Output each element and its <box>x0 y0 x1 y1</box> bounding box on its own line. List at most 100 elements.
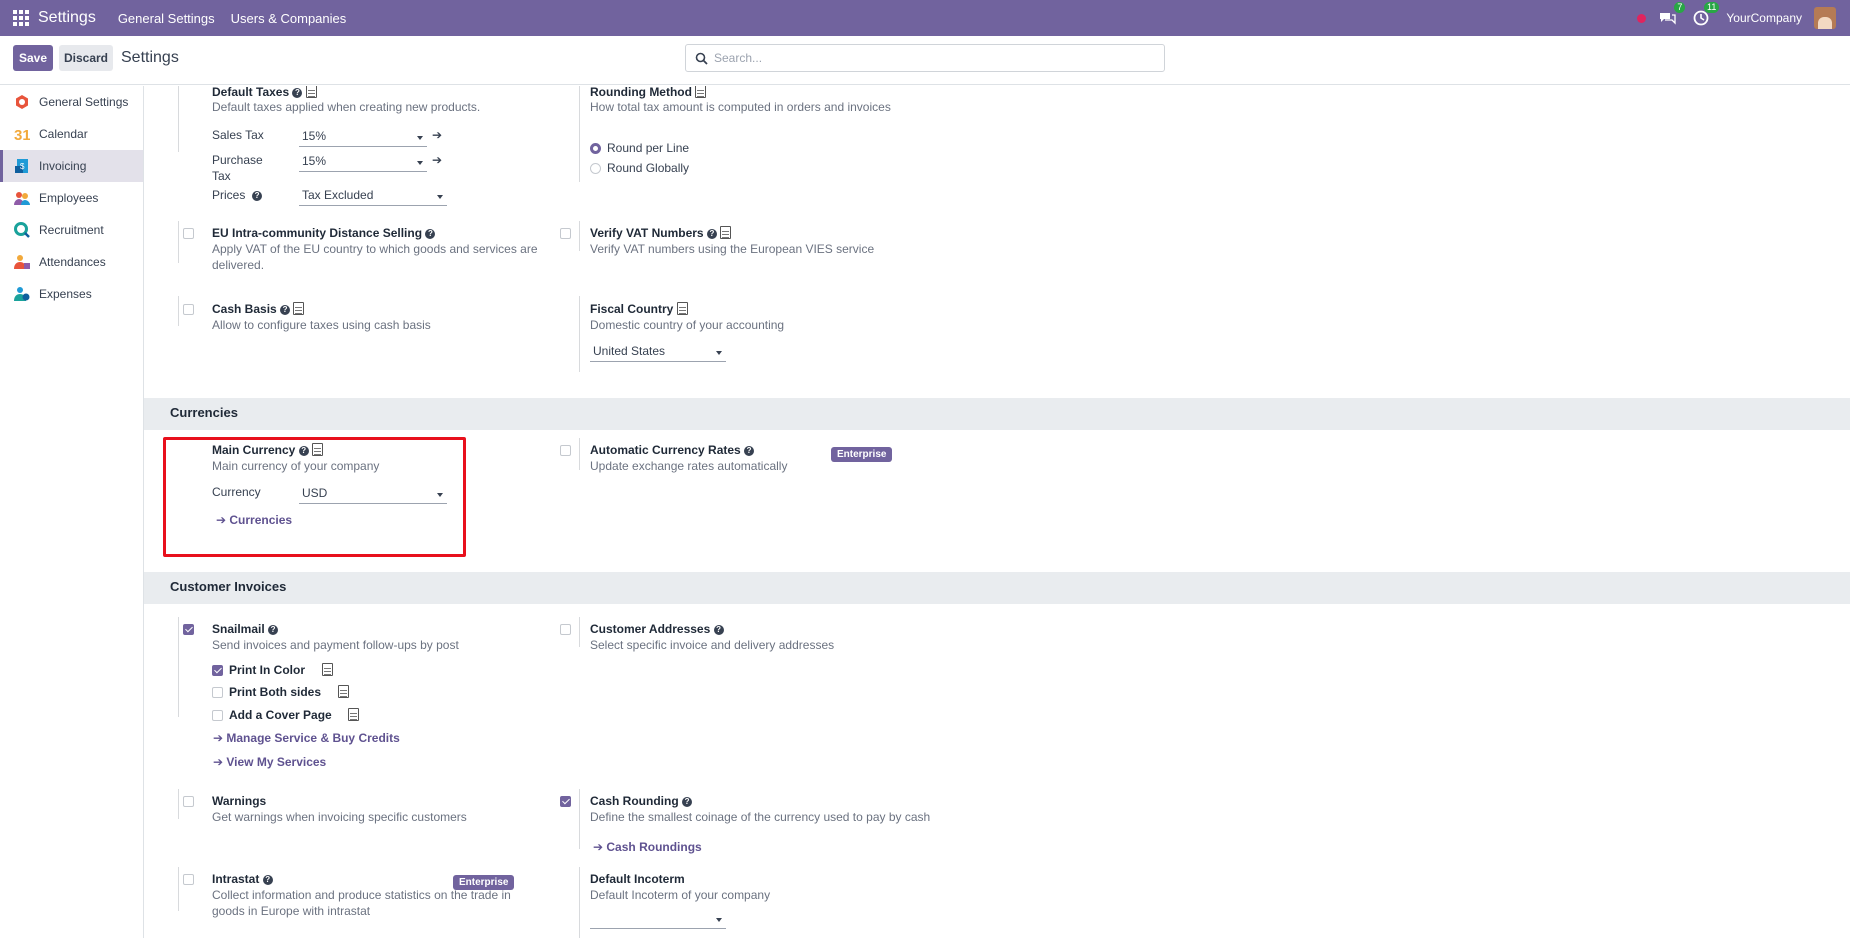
purchase-tax-label-2: Tax <box>212 169 231 183</box>
user-avatar[interactable] <box>1814 7 1836 29</box>
discard-button[interactable]: Discard <box>59 45 113 71</box>
default-incoterm-label: Default Incoterm <box>590 872 685 886</box>
add-cover-page-setting: Add a Cover Page <box>229 708 360 722</box>
warnings-desc: Get warnings when invoicing specific cus… <box>212 810 467 824</box>
eu-distance-selling-checkbox[interactable] <box>183 228 194 239</box>
help-icon[interactable]: ? <box>682 797 693 807</box>
round-globally-radio[interactable] <box>590 163 601 174</box>
divider <box>579 296 580 372</box>
auto-currency-rates-setting: Automatic Currency Rates ? <box>590 443 755 457</box>
sidebar-item-label: General Settings <box>39 95 129 109</box>
fiscal-country-setting: Fiscal Country <box>590 302 688 316</box>
sales-tax-open-arrow[interactable]: ➔ <box>432 128 442 142</box>
sidebar-item-general-settings[interactable]: General Settings <box>0 86 143 118</box>
divider <box>579 221 580 251</box>
fiscal-country-select[interactable]: United States <box>590 343 726 362</box>
auto-currency-rates-checkbox[interactable] <box>560 445 571 456</box>
sidebar-item-label: Invoicing <box>39 159 87 173</box>
sidebar-item-employees[interactable]: Employees <box>0 182 143 214</box>
print-in-color-label: Print In Color <box>229 663 305 677</box>
chat-count-badge: 7 <box>1674 2 1686 13</box>
help-icon[interactable]: ? <box>262 875 273 885</box>
round-per-line-radio[interactable] <box>590 143 601 154</box>
add-cover-page-checkbox[interactable] <box>212 710 223 721</box>
sidebar-item-attendances[interactable]: Attendances <box>0 246 143 278</box>
purchase-tax-open-arrow[interactable]: ➔ <box>432 153 442 167</box>
sales-tax-select[interactable]: 15% <box>299 128 427 147</box>
sidebar-item-invoicing[interactable]: $ Invoicing <box>0 150 143 182</box>
eu-distance-selling-desc-2: delivered. <box>212 258 265 272</box>
apps-menu-icon[interactable] <box>13 10 29 26</box>
divider <box>579 86 580 182</box>
help-icon[interactable]: ? <box>425 229 436 239</box>
prices-label: Prices <box>212 188 246 202</box>
settings-search-box[interactable] <box>685 44 1165 72</box>
prices-select[interactable]: Tax Excluded <box>299 187 447 206</box>
chat-icon[interactable]: 7 <box>1658 2 1686 27</box>
help-icon[interactable]: ? <box>706 229 717 239</box>
rounding-method-desc: How total tax amount is computed in orde… <box>590 100 891 114</box>
sidebar-item-calendar[interactable]: 31 Calendar <box>0 118 143 150</box>
help-icon[interactable]: ? <box>268 625 279 635</box>
verify-vat-setting: Verify VAT Numbers ? <box>590 226 732 240</box>
expenses-icon <box>14 287 30 301</box>
app-title[interactable]: Settings <box>38 9 96 27</box>
round-globally-label[interactable]: Round Globally <box>607 160 689 177</box>
company-switcher[interactable]: YourCompany <box>1726 11 1802 25</box>
divider <box>178 617 179 717</box>
intrastat-desc-2: goods in Europe with intrastat <box>212 904 371 918</box>
divider <box>579 789 580 849</box>
purchase-tax-select[interactable]: 15% <box>299 153 427 172</box>
default-taxes-label: Default Taxes <box>212 86 290 99</box>
company-scope-icon <box>293 302 305 315</box>
view-my-services-link[interactable]: ➔ View My Services <box>213 755 326 769</box>
company-scope-icon <box>337 685 349 698</box>
eu-distance-selling-label: EU Intra-community Distance Selling <box>212 226 423 240</box>
print-both-sides-setting: Print Both sides <box>229 685 349 699</box>
help-icon[interactable]: ? <box>280 305 291 315</box>
round-per-line-label[interactable]: Round per Line <box>607 140 689 157</box>
save-button[interactable]: Save <box>13 45 53 71</box>
verify-vat-checkbox[interactable] <box>560 228 571 239</box>
cash-roundings-link-label: Cash Roundings <box>606 840 702 854</box>
help-icon[interactable]: ? <box>713 625 724 635</box>
rounding-method-label: Rounding Method <box>590 86 692 99</box>
intrastat-checkbox[interactable] <box>183 874 194 885</box>
activity-clock-icon[interactable]: 11 <box>1692 2 1720 27</box>
cash-roundings-link[interactable]: ➔ Cash Roundings <box>593 840 702 854</box>
print-in-color-checkbox[interactable] <box>212 665 223 676</box>
help-icon[interactable]: ? <box>744 446 755 456</box>
help-icon[interactable]: ? <box>292 88 303 98</box>
manage-service-link[interactable]: ➔ Manage Service & Buy Credits <box>213 731 400 745</box>
menu-general-settings[interactable]: General Settings <box>118 11 215 26</box>
sidebar-item-label: Employees <box>39 191 99 205</box>
warnings-checkbox[interactable] <box>183 796 194 807</box>
snailmail-checkbox[interactable] <box>183 624 194 635</box>
sales-tax-label: Sales Tax <box>212 128 264 142</box>
auto-currency-rates-desc: Update exchange rates automatically <box>590 459 788 473</box>
divider <box>579 438 580 470</box>
recruitment-icon <box>14 222 30 238</box>
intrastat-setting: Intrastat ? <box>212 872 273 886</box>
rounding-method-setting: Rounding Method <box>590 86 707 99</box>
eu-distance-selling-setting: EU Intra-community Distance Selling ? <box>212 226 436 240</box>
record-status-icon[interactable] <box>1637 13 1647 23</box>
cash-rounding-checkbox[interactable] <box>560 796 571 807</box>
cash-rounding-setting: Cash Rounding ? <box>590 794 693 808</box>
customer-addresses-checkbox[interactable] <box>560 624 571 635</box>
default-taxes-desc: Default taxes applied when creating new … <box>212 100 481 114</box>
search-icon <box>695 52 708 65</box>
sidebar-item-recruitment[interactable]: Recruitment <box>0 214 143 246</box>
settings-sidebar: General Settings 31 Calendar $ Invoicing… <box>0 86 144 938</box>
snailmail-setting: Snailmail ? <box>212 622 279 636</box>
warnings-label: Warnings <box>212 794 267 808</box>
sidebar-item-expenses[interactable]: Expenses <box>0 278 143 310</box>
default-incoterm-select[interactable] <box>590 910 726 929</box>
cash-basis-checkbox[interactable] <box>183 304 194 315</box>
sidebar-item-label: Recruitment <box>39 223 104 237</box>
search-input[interactable] <box>714 48 1114 68</box>
print-both-sides-checkbox[interactable] <box>212 687 223 698</box>
sidebar-item-label: Calendar <box>39 127 88 141</box>
menu-users-companies[interactable]: Users & Companies <box>231 11 347 26</box>
help-icon[interactable]: ? <box>252 191 263 201</box>
